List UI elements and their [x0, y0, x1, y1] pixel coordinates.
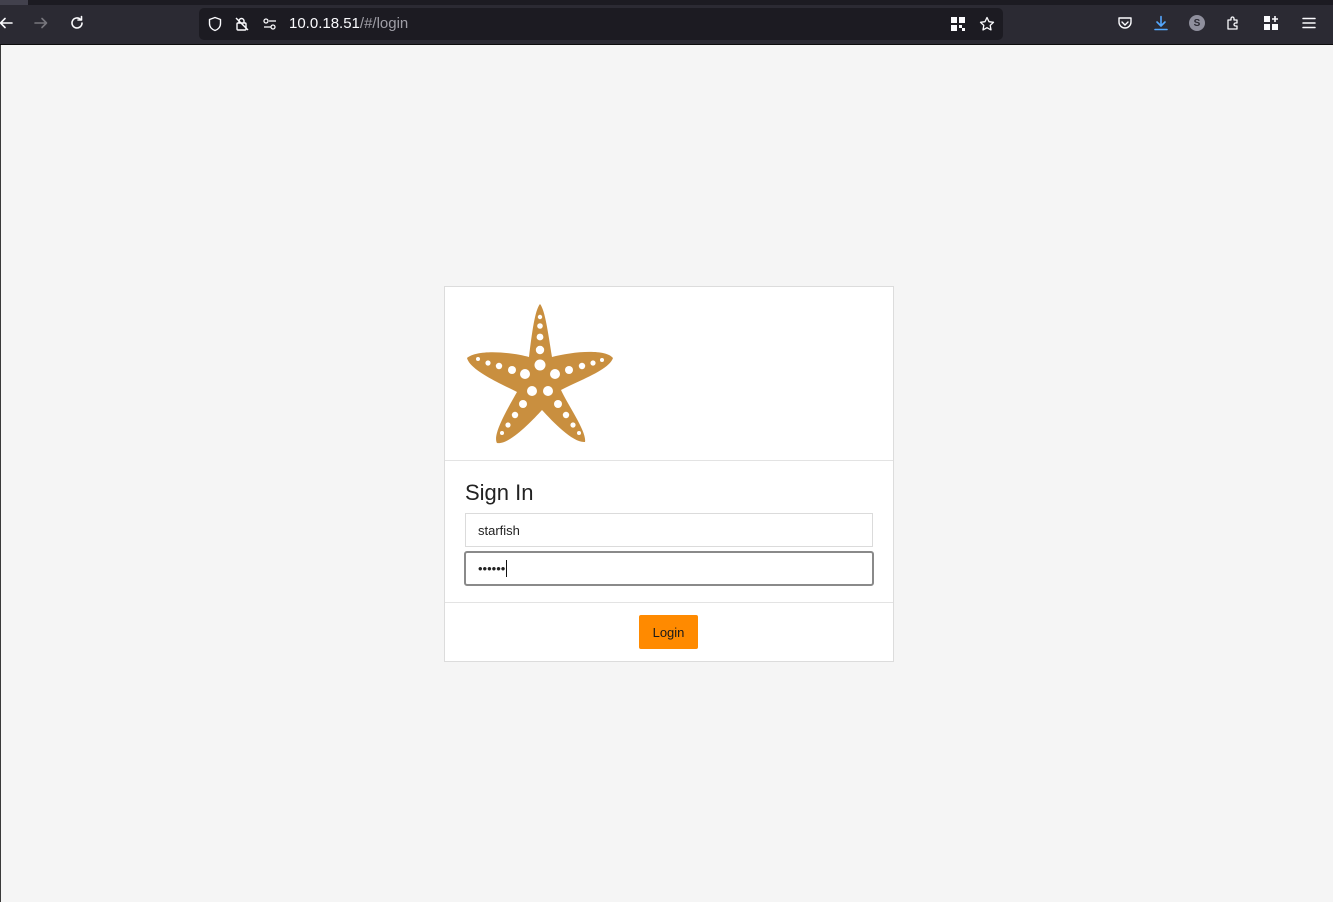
tab-strip — [0, 0, 1333, 5]
downloads-icon[interactable] — [1149, 11, 1173, 35]
url-host: 10.0.18.51 — [289, 15, 360, 32]
signin-title: Sign In — [465, 480, 534, 505]
login-button[interactable]: Login — [639, 615, 698, 649]
password-value: •••••• — [478, 561, 506, 576]
insecure-lock-icon[interactable] — [234, 16, 250, 32]
tracking-shield-icon[interactable] — [207, 16, 223, 32]
url-path: /#/login — [359, 15, 409, 32]
extensions-icon[interactable] — [1221, 11, 1245, 35]
username-input[interactable]: starfish — [465, 513, 873, 547]
permissions-icon[interactable] — [262, 16, 278, 32]
account-initial: S — [1193, 17, 1201, 29]
account-icon[interactable]: S — [1185, 11, 1209, 35]
back-icon[interactable] — [0, 11, 18, 35]
text-caret — [506, 560, 508, 577]
forward-icon[interactable] — [29, 11, 53, 35]
login-card: Sign In starfish •••••• Login — [444, 286, 894, 662]
menu-icon[interactable] — [1297, 11, 1321, 35]
starfish-logo — [467, 304, 613, 444]
password-input[interactable]: •••••• — [464, 551, 874, 586]
address-bar[interactable]: 10.0.18.51/#/login — [199, 8, 1003, 40]
qr-code-icon[interactable] — [950, 16, 966, 32]
bookmark-star-icon[interactable] — [979, 16, 995, 32]
url-text[interactable]: 10.0.18.51/#/login — [289, 15, 408, 32]
containers-icon[interactable] — [1259, 11, 1283, 35]
login-footer: Login — [445, 603, 893, 661]
pocket-icon[interactable] — [1113, 11, 1137, 35]
username-value: starfish — [478, 522, 520, 538]
reload-icon[interactable] — [65, 11, 89, 35]
logo-section — [445, 287, 893, 461]
login-form: Sign In starfish •••••• — [445, 461, 893, 603]
active-tab-indicator — [0, 0, 28, 5]
browser-toolbar: 10.0.18.51/#/login S — [0, 0, 1333, 45]
page-viewport: Sign In starfish •••••• Login — [0, 45, 1333, 902]
